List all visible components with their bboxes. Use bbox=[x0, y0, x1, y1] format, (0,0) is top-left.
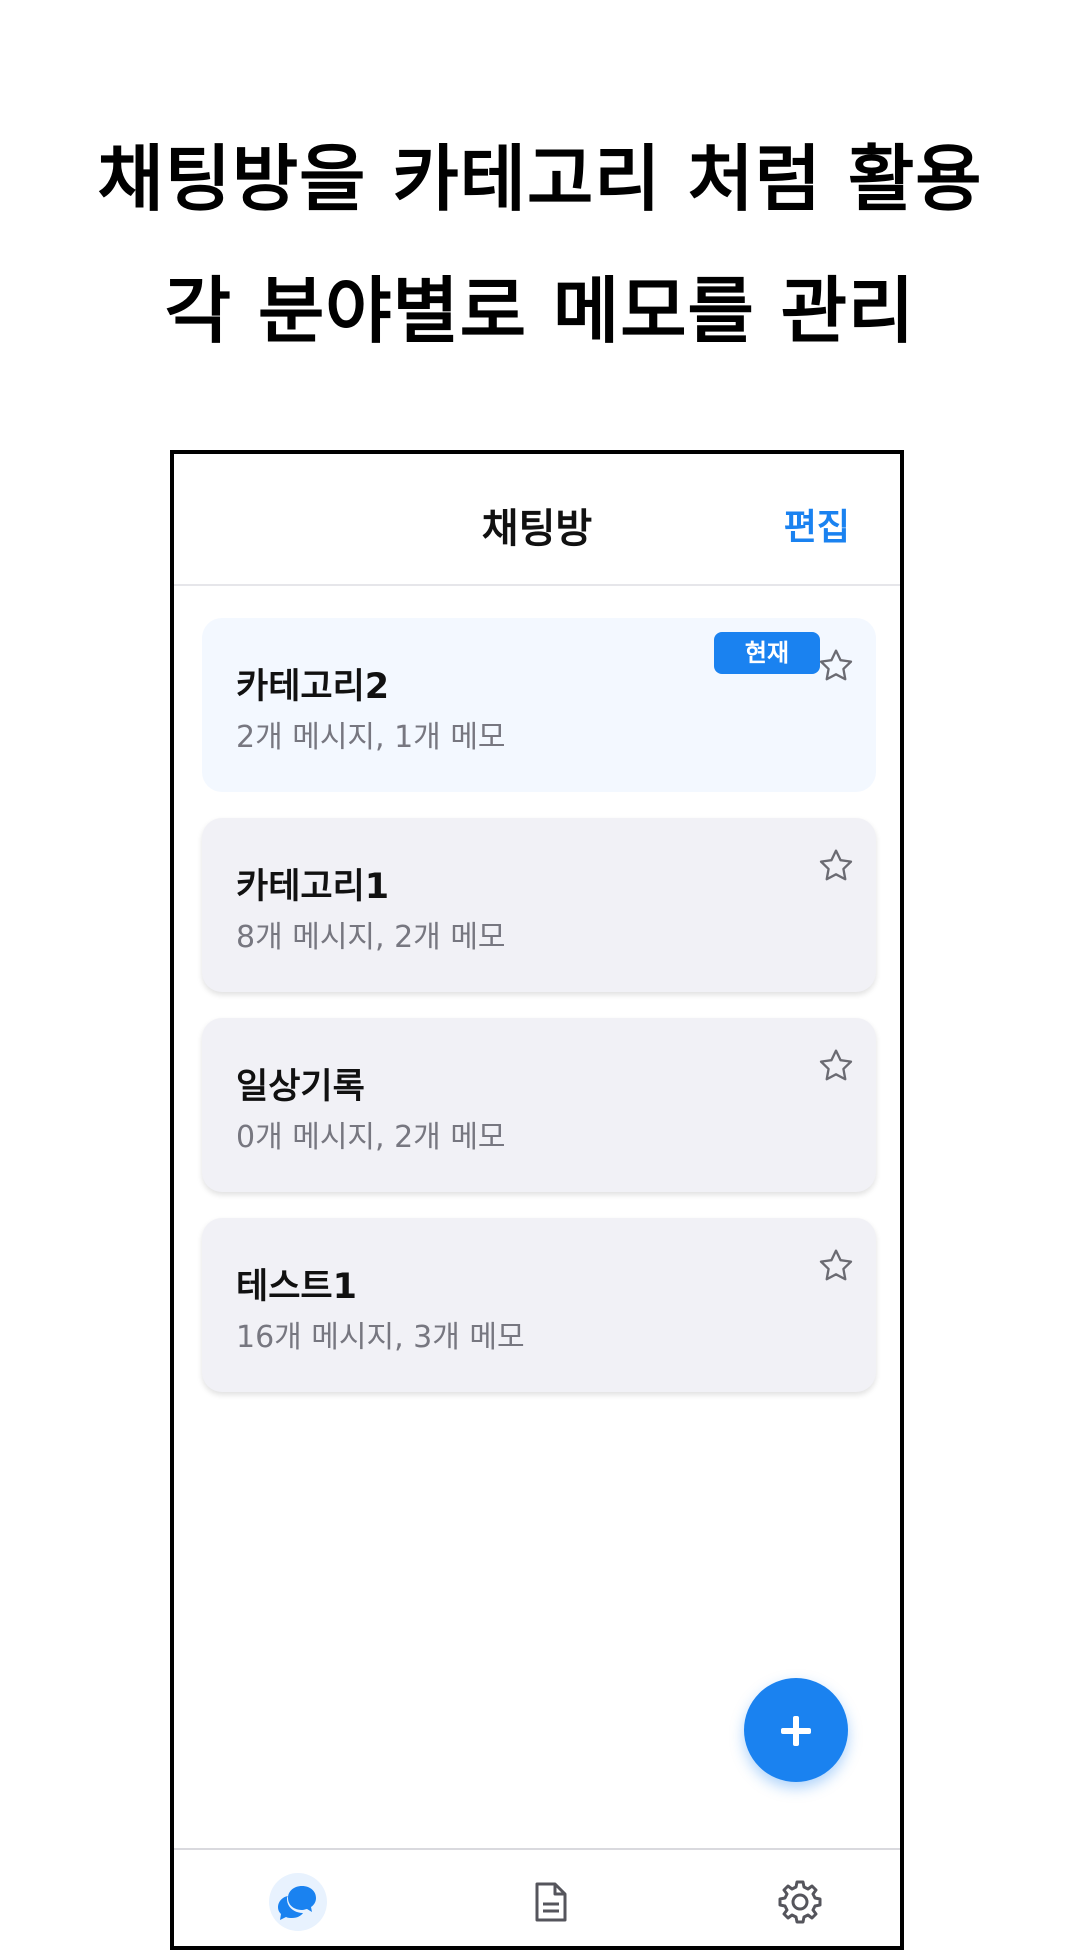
room-name: 카테고리2 bbox=[236, 667, 390, 707]
room-card[interactable]: 테스트1 16개 메시지, 3개 메모 bbox=[202, 1218, 876, 1392]
room-stats: 8개 메시지, 2개 메모 bbox=[236, 920, 506, 955]
promo-headline-2: 각 분야별로 메모를 관리 bbox=[164, 269, 916, 353]
edit-button[interactable]: 편집 bbox=[784, 498, 850, 550]
star-icon[interactable] bbox=[816, 1246, 856, 1286]
star-icon[interactable] bbox=[816, 1046, 856, 1086]
current-badge: 현재 bbox=[714, 632, 820, 674]
tab-settings[interactable] bbox=[770, 1872, 830, 1932]
room-name: 일상기록 bbox=[236, 1067, 365, 1107]
document-icon bbox=[535, 1882, 567, 1922]
room-stats: 2개 메시지, 1개 메모 bbox=[236, 720, 506, 755]
gear-icon bbox=[778, 1880, 822, 1924]
room-card[interactable]: 카테고리1 8개 메시지, 2개 메모 bbox=[202, 818, 876, 992]
room-card[interactable]: 카테고리2 2개 메시지, 1개 메모 현재 bbox=[202, 618, 876, 792]
tab-chats[interactable] bbox=[268, 1872, 328, 1932]
app-header: 채팅방 편집 bbox=[174, 454, 900, 586]
room-name: 카테고리1 bbox=[236, 867, 390, 907]
chat-bubbles-icon bbox=[269, 1873, 327, 1931]
tab-memos[interactable] bbox=[520, 1872, 580, 1932]
room-card[interactable]: 일상기록 0개 메시지, 2개 메모 bbox=[202, 1018, 876, 1192]
star-icon[interactable] bbox=[816, 646, 856, 686]
star-icon[interactable] bbox=[816, 846, 856, 886]
bottom-tab-bar bbox=[174, 1848, 900, 1946]
plus-icon bbox=[781, 1716, 811, 1746]
chat-room-list: 카테고리2 2개 메시지, 1개 메모 현재 카테고리1 8개 메시지, 2개 … bbox=[202, 618, 876, 1418]
room-stats: 16개 메시지, 3개 메모 bbox=[236, 1320, 525, 1355]
room-name: 테스트1 bbox=[236, 1267, 357, 1307]
room-stats: 0개 메시지, 2개 메모 bbox=[236, 1120, 506, 1155]
phone-frame: 채팅방 편집 카테고리2 2개 메시지, 1개 메모 현재 카테고리1 8개 메… bbox=[170, 450, 904, 1950]
add-room-button[interactable] bbox=[744, 1678, 848, 1782]
promo-headline-1: 채팅방을 카테고리 처럼 활용 bbox=[97, 137, 983, 221]
